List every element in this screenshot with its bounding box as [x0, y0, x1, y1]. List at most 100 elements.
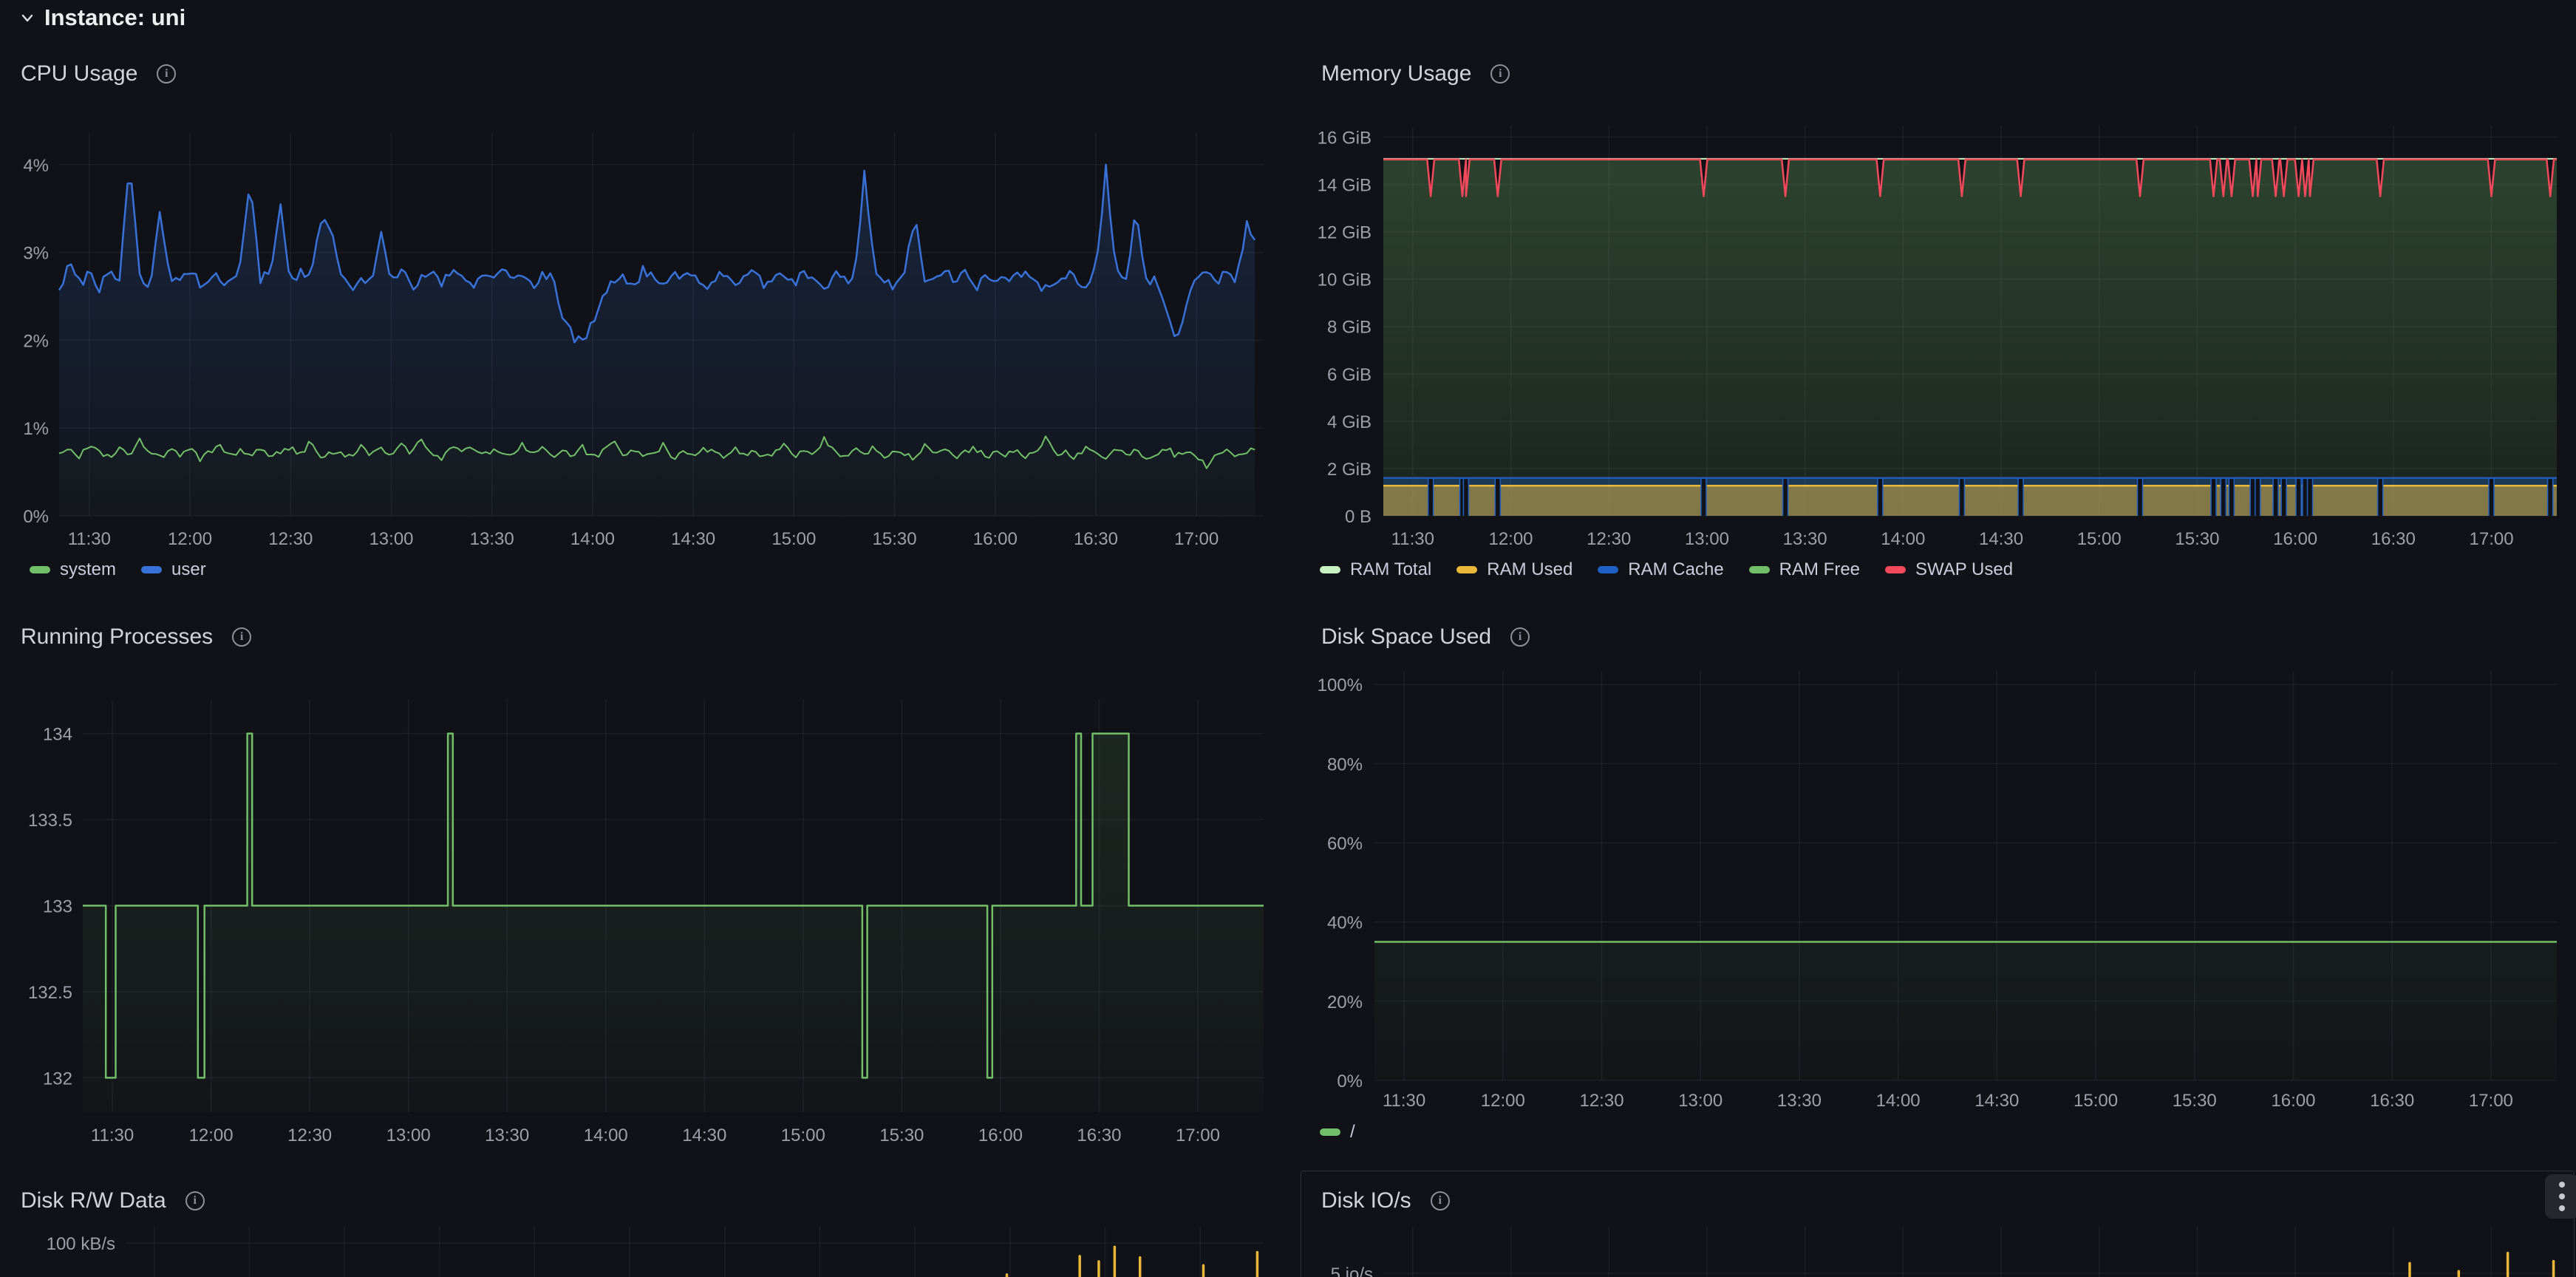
legend-item-ram-total[interactable]: RAM Total: [1320, 559, 1431, 580]
panel-title-memory-usage[interactable]: Memory Usage i: [1321, 59, 1510, 89]
svg-text:16:00: 16:00: [2271, 1091, 2315, 1111]
legend-swatch: [1749, 566, 1770, 573]
svg-text:13:00: 13:00: [1678, 1091, 1723, 1111]
svg-text:2 GiB: 2 GiB: [1327, 460, 1372, 480]
dashboard-page: 0%1%2%3%4%11:3012:0012:3013:0013:3014:00…: [0, 0, 2576, 1277]
info-icon[interactable]: i: [185, 1191, 205, 1210]
svg-text:14:30: 14:30: [682, 1126, 726, 1145]
legend-item-swap-used[interactable]: SWAP Used: [1885, 559, 2013, 580]
svg-text:14:30: 14:30: [671, 529, 715, 549]
svg-text:14 GiB: 14 GiB: [1318, 175, 1372, 195]
panel-title-text: Disk Space Used: [1321, 624, 1491, 650]
svg-text:12 GiB: 12 GiB: [1318, 223, 1372, 243]
legend-item-system[interactable]: system: [30, 559, 116, 580]
chart-memory-usage: 0 B2 GiB4 GiB6 GiB8 GiB10 GiB12 GiB14 Gi…: [1318, 126, 2557, 549]
svg-text:133.5: 133.5: [28, 811, 72, 831]
legend-swatch: [1320, 1128, 1340, 1136]
legend-cpu-usage: system user: [30, 559, 206, 580]
svg-text:14:00: 14:00: [584, 1126, 628, 1145]
svg-text:11:30: 11:30: [1391, 529, 1434, 549]
svg-text:6 GiB: 6 GiB: [1327, 365, 1372, 385]
legend-label: system: [60, 559, 116, 580]
chevron-down-icon: [19, 10, 35, 26]
svg-text:80%: 80%: [1327, 755, 1363, 774]
panel-title-running-processes[interactable]: Running Processes i: [21, 622, 251, 652]
svg-text:0 B: 0 B: [1345, 507, 1372, 527]
dashboard-charts-canvas[interactable]: 0%1%2%3%4%11:3012:0012:3013:0013:3014:00…: [0, 0, 2576, 1277]
svg-text:60%: 60%: [1327, 834, 1363, 854]
svg-text:3%: 3%: [23, 244, 49, 264]
chart-running-processes: 132132.5133133.513411:3012:0012:3013:001…: [28, 699, 1264, 1145]
panel-title-disk-rw-data[interactable]: Disk R/W Data i: [21, 1186, 205, 1216]
svg-text:13:30: 13:30: [1777, 1091, 1822, 1111]
panel-title-disk-io[interactable]: Disk IO/s i: [1321, 1186, 1450, 1216]
legend-label: RAM Cache: [1628, 559, 1723, 580]
svg-text:100%: 100%: [1318, 675, 1363, 695]
svg-text:11:30: 11:30: [68, 529, 111, 549]
svg-text:0%: 0%: [23, 507, 49, 527]
legend-label: RAM Used: [1487, 559, 1572, 580]
svg-text:12:00: 12:00: [1481, 1091, 1525, 1111]
legend-swatch: [1320, 566, 1340, 573]
legend-swatch: [1598, 566, 1618, 573]
panel-title-text: CPU Usage: [21, 61, 137, 86]
svg-text:11:30: 11:30: [1383, 1091, 1425, 1111]
legend-label: user: [171, 559, 206, 580]
legend-label: SWAP Used: [1915, 559, 2013, 580]
legend-item-ram-cache[interactable]: RAM Cache: [1598, 559, 1723, 580]
svg-text:17:00: 17:00: [2469, 1091, 2513, 1111]
svg-text:13:30: 13:30: [1783, 529, 1827, 549]
svg-text:15:00: 15:00: [771, 529, 816, 549]
svg-text:16:30: 16:30: [2370, 1091, 2414, 1111]
info-icon[interactable]: i: [1490, 64, 1510, 84]
svg-text:15:30: 15:30: [2173, 1091, 2217, 1111]
svg-text:13:00: 13:00: [386, 1126, 431, 1145]
svg-text:16:00: 16:00: [978, 1126, 1023, 1145]
svg-text:14:00: 14:00: [570, 529, 615, 549]
svg-text:132: 132: [43, 1069, 72, 1089]
svg-text:16:30: 16:30: [1074, 529, 1118, 549]
svg-text:15:00: 15:00: [781, 1126, 825, 1145]
info-icon[interactable]: i: [1510, 627, 1530, 647]
legend-swatch: [1456, 566, 1477, 573]
svg-text:12:00: 12:00: [1488, 529, 1533, 549]
svg-text:40%: 40%: [1327, 913, 1363, 933]
svg-text:12:30: 12:30: [1587, 529, 1631, 549]
legend-item-user[interactable]: user: [141, 559, 206, 580]
disk-io-panel-outline: [1301, 1171, 2575, 1277]
svg-text:15:30: 15:30: [879, 1126, 924, 1145]
svg-text:2%: 2%: [23, 331, 49, 351]
svg-text:17:00: 17:00: [1174, 529, 1219, 549]
panel-title-text: Memory Usage: [1321, 61, 1471, 86]
panel-title-text: Disk R/W Data: [21, 1188, 166, 1213]
svg-text:14:00: 14:00: [1881, 529, 1925, 549]
svg-text:4 GiB: 4 GiB: [1327, 412, 1372, 432]
panel-title-text: Disk IO/s: [1321, 1188, 1411, 1213]
svg-text:14:30: 14:30: [1979, 529, 2023, 549]
chart-disk-rw-data: 100 kB/s: [47, 1227, 1264, 1277]
svg-text:132.5: 132.5: [28, 983, 72, 1003]
svg-text:12:30: 12:30: [268, 529, 313, 549]
svg-text:13:00: 13:00: [369, 529, 413, 549]
info-icon[interactable]: i: [1431, 1191, 1450, 1210]
svg-text:20%: 20%: [1327, 992, 1363, 1012]
panel-title-disk-space-used[interactable]: Disk Space Used i: [1321, 622, 1530, 652]
panel-title-text: Running Processes: [21, 624, 213, 650]
panel-title-cpu-usage[interactable]: CPU Usage i: [21, 59, 176, 89]
info-icon[interactable]: i: [232, 627, 251, 647]
info-icon[interactable]: i: [157, 64, 176, 84]
legend-swatch: [1885, 566, 1906, 573]
svg-text:15:30: 15:30: [2175, 529, 2219, 549]
row-header-instance[interactable]: Instance: uni: [19, 4, 185, 31]
svg-text:16 GiB: 16 GiB: [1318, 128, 1372, 148]
legend-item-ram-free[interactable]: RAM Free: [1749, 559, 1860, 580]
panel-menu-kebab-icon[interactable]: [2545, 1174, 2576, 1219]
svg-text:12:30: 12:30: [287, 1126, 332, 1145]
legend-disk-space-used: /: [1320, 1122, 1355, 1143]
legend-label: RAM Free: [1779, 559, 1860, 580]
legend-swatch: [141, 566, 162, 573]
legend-item-ram-used[interactable]: RAM Used: [1456, 559, 1572, 580]
svg-text:4%: 4%: [23, 156, 49, 176]
svg-text:15:00: 15:00: [2074, 1091, 2118, 1111]
legend-item--[interactable]: /: [1320, 1122, 1355, 1143]
